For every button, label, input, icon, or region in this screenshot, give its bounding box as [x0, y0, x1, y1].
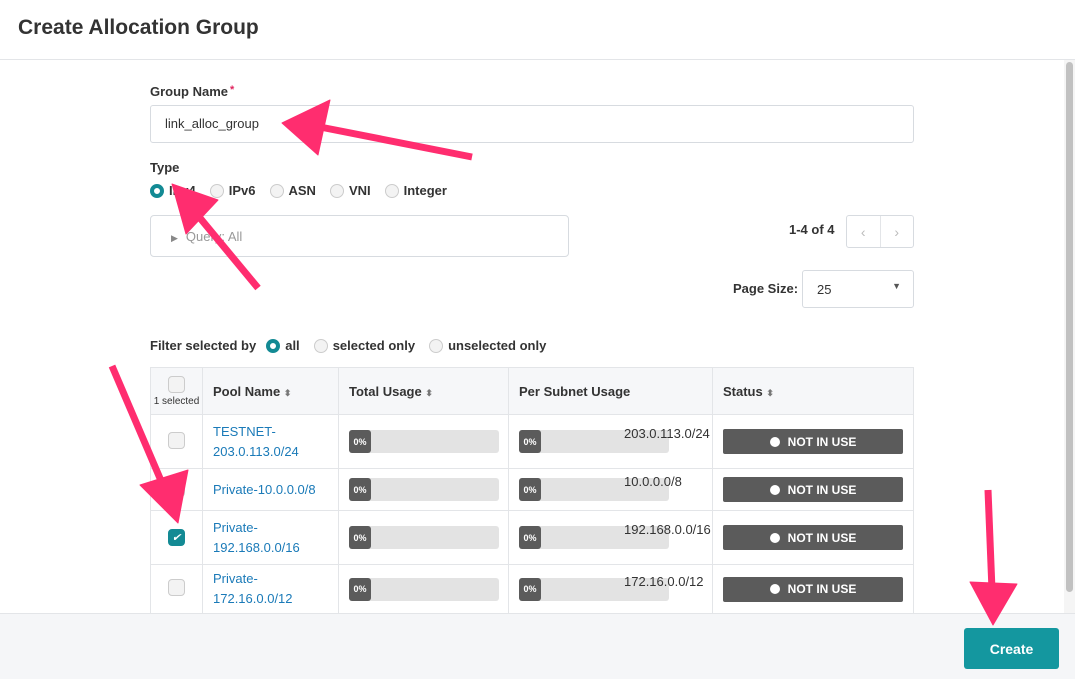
type-integer[interactable]: Integer [384, 183, 447, 198]
col-pool-name[interactable]: Pool Name ⬍ [202, 367, 339, 415]
col-status[interactable]: Status ⬍ [712, 367, 914, 415]
table-row: TESTNET-203.0.113.0/24 0% 0% 203.0.113.0/… [150, 414, 914, 469]
page-size-label: Page Size: [733, 281, 799, 296]
type-asn[interactable]: ASN [269, 183, 316, 198]
sort-icon: ⬍ [425, 387, 433, 398]
total-usage-bar: 0% [349, 526, 499, 549]
pool-name-link[interactable]: Private-10.0.0.0/8 [213, 480, 328, 500]
status-badge: NOT IN USE [723, 429, 903, 454]
create-button[interactable]: Create [964, 628, 1059, 669]
subnet-label: 172.16.0.0/12 [624, 573, 704, 589]
col-per-subnet-usage: Per Subnet Usage [508, 367, 713, 415]
arrow-annotation-create [969, 489, 1018, 626]
select-all-header: 1 selected [150, 367, 203, 415]
type-radio-group: IPv4 IPv6 ASN VNI Integer [150, 183, 455, 198]
group-name-label: Group Name * [150, 84, 235, 99]
subnet-label: 192.168.0.0/16 [624, 522, 711, 537]
subnet-label: 10.0.0.0/8 [624, 474, 682, 489]
table-row: ✔ Private-192.168.0.0/16 0% 0% 192.168.0.… [150, 510, 914, 565]
table-row: Private-10.0.0.0/8 0% 0% 10.0.0.0/8 NOT I… [150, 468, 914, 511]
filter-label: Filter selected by [150, 338, 257, 353]
type-ipv6[interactable]: IPv6 [209, 183, 256, 198]
total-usage-bar: 0% [349, 430, 499, 453]
table-row: Private-172.16.0.0/12 0% 0% 172.16.0.0/12… [150, 564, 914, 614]
dialog-footer [0, 613, 1075, 679]
pool-name-link[interactable]: Private-172.16.0.0/12 [213, 569, 328, 609]
row-checkbox[interactable] [168, 479, 185, 497]
row-checkbox[interactable] [168, 579, 185, 596]
row-checkbox[interactable]: ✔ [168, 529, 185, 546]
total-usage-bar: 0% [349, 478, 499, 501]
subnet-label: 203.0.113.0/24 [624, 426, 710, 441]
next-page-button[interactable]: › [881, 216, 914, 247]
select-all-checkbox[interactable] [168, 375, 185, 393]
filter-selected: Filter selected by all selected only uns… [150, 338, 554, 353]
pool-name-link[interactable]: Private-192.168.0.0/16 [213, 518, 328, 558]
row-checkbox[interactable] [168, 431, 185, 449]
type-ipv4[interactable]: IPv4 [150, 183, 196, 198]
status-badge: NOT IN USE [723, 576, 903, 602]
required-mark: * [230, 84, 235, 96]
caret-right-icon: ▶ [171, 233, 178, 243]
status-dot-icon [769, 532, 780, 543]
dialog-title: Create Allocation Group [18, 16, 259, 39]
filter-all[interactable]: all [266, 338, 300, 353]
scrollbar[interactable] [1064, 60, 1075, 613]
status-badge: NOT IN USE [723, 525, 903, 550]
total-usage-bar: 0% [349, 577, 499, 601]
type-vni[interactable]: VNI [329, 183, 371, 198]
page-size-select[interactable]: 25 ▼ [802, 270, 914, 308]
pagination-buttons: ‹ › [846, 215, 914, 248]
prev-page-button[interactable]: ‹ [847, 216, 881, 247]
sort-icon: ⬍ [283, 387, 292, 398]
status-dot-icon [769, 484, 780, 495]
status-dot-icon [769, 436, 780, 447]
status-dot-icon [769, 584, 780, 594]
pagination-range: 1-4 of 4 [789, 222, 835, 237]
caret-down-icon: ▼ [892, 281, 901, 291]
col-total-usage[interactable]: Total Usage ⬍ [338, 367, 509, 415]
dialog-header: Create Allocation Group [0, 0, 1075, 60]
type-label: Type [150, 160, 180, 175]
pools-table: 1 selected Pool Name ⬍ Total Usage ⬍ Per… [150, 367, 914, 614]
status-badge: NOT IN USE [723, 477, 903, 502]
sort-icon: ⬍ [766, 387, 774, 398]
filter-unselected-only[interactable]: unselected only [429, 338, 546, 353]
filter-selected-only[interactable]: selected only [313, 338, 415, 353]
selected-count: 1 selected [153, 395, 200, 407]
query-expander[interactable]: ▶ Query: All [150, 215, 569, 257]
pool-name-link[interactable]: TESTNET-203.0.113.0/24 [213, 422, 328, 462]
group-name-input[interactable]: link_alloc_group [150, 105, 914, 143]
